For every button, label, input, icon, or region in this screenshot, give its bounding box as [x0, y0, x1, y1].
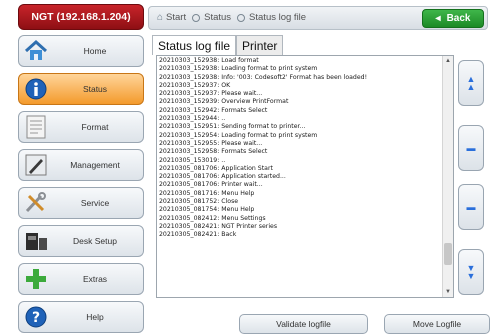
scroll-thumb[interactable]	[444, 242, 452, 265]
scroll-down-arrow-icon[interactable]: ▼	[443, 287, 453, 297]
nav-status-button[interactable]: Status	[18, 73, 144, 105]
device-title: NGT (192.168.1.204)	[18, 4, 144, 30]
scroll-up-arrow-icon[interactable]: ▲	[443, 56, 453, 66]
breadcrumb-status-log-file: Status log file	[249, 12, 307, 23]
tab-status-log-file[interactable]: Status log file	[152, 35, 237, 55]
plus-icon	[19, 264, 53, 294]
log-line: 20210305_081706: Application started...	[159, 173, 286, 181]
back-arrow-icon: ◂	[435, 13, 441, 24]
scroll-to-top-button[interactable]: ▲ ▲	[458, 60, 484, 106]
log-line: 20210303_152958: Formats Select	[159, 148, 268, 156]
help-icon: ?	[19, 302, 53, 332]
double-chevron-up-icon: ▲ ▲	[466, 74, 476, 92]
nav-format-label: Format	[81, 122, 109, 132]
move-logfile-label: Move Logfile	[412, 319, 462, 329]
log-line: 20210303_152937: Please wait...	[159, 90, 263, 98]
minus-up-icon: ▬	[466, 143, 476, 153]
log-lines: 20210303_152938: Load format 20210303_152…	[159, 57, 441, 240]
nav-home-label: Home	[83, 46, 107, 56]
log-line: 20210303_152951: Sending format to print…	[159, 123, 306, 131]
log-line: 20210303_152938: Load format	[159, 57, 259, 64]
log-line: 20210305_082421: NGT Printer series	[159, 222, 278, 230]
breadcrumb-start[interactable]: Start	[166, 12, 186, 23]
log-line: 20210303_152937: OK	[159, 81, 231, 89]
breadcrumb: ⌂ Start Status Status log file	[157, 12, 306, 23]
breadcrumb-separator-icon	[192, 13, 201, 22]
log-text-area[interactable]: 20210303_152938: Load format 20210303_152…	[156, 55, 454, 298]
nav-service-button[interactable]: Service	[18, 187, 144, 219]
log-line: 20210305_081716: Menu Help	[159, 189, 255, 197]
log-scrollbar[interactable]: ▲ ▼	[442, 56, 453, 297]
log-line: 20210305_081754: Menu Help	[159, 206, 255, 214]
svg-text:?: ?	[32, 310, 40, 326]
breadcrumb-home-icon: ⌂	[157, 12, 164, 23]
sidebar: NGT (192.168.1.204) Home Status Format M…	[18, 4, 144, 335]
nav-help-button[interactable]: ? Help	[18, 301, 144, 333]
tab-printer[interactable]: Printer	[236, 35, 284, 55]
validate-logfile-button[interactable]: Validate logfile	[239, 314, 368, 334]
minus-down-icon: ▬	[466, 202, 476, 212]
log-line: 20210305_081752: Close	[159, 198, 239, 206]
log-line: 20210303_152938: Info: '003: Codesoft2' …	[159, 73, 368, 81]
nav-status-label: Status	[82, 84, 108, 94]
tools-icon	[19, 188, 53, 218]
log-line: 20210305_082421: Back	[159, 231, 237, 239]
home-icon	[19, 36, 53, 66]
nav-desk-setup-label: Desk Setup	[73, 236, 117, 246]
double-chevron-down-icon: ▼ ▼	[466, 263, 476, 281]
pen-icon	[19, 150, 53, 180]
scroll-up-button[interactable]: ▬	[458, 125, 484, 171]
nav-extras-label: Extras	[82, 274, 108, 284]
nav-service-label: Service	[80, 198, 110, 208]
info-icon	[19, 74, 53, 104]
document-icon	[19, 112, 53, 142]
nav-desk-setup-button[interactable]: Desk Setup	[18, 225, 144, 257]
nav-extras-button[interactable]: Extras	[18, 263, 144, 295]
nav-help-label: Help	[86, 312, 104, 322]
log-line: 20210303_152939: Overview PrintFormat	[159, 98, 289, 106]
back-button[interactable]: ◂ Back	[422, 9, 484, 28]
nav-format-button[interactable]: Format	[18, 111, 144, 143]
validate-logfile-label: Validate logfile	[276, 319, 331, 329]
log-line: 20210303_152942: Formats Select	[159, 106, 268, 114]
log-line: 20210305_082412: Menu Settings	[159, 214, 266, 222]
desk-icon	[19, 226, 53, 256]
back-button-label: Back	[446, 13, 471, 24]
scroll-to-bottom-button[interactable]: ▼ ▼	[458, 249, 484, 295]
log-line: 20210303_152944: ..	[159, 115, 226, 123]
nav-management-label: Management	[70, 160, 120, 170]
log-line: 20210303_152955: Please wait...	[159, 139, 263, 147]
tab-strip: Status log file Printer	[152, 35, 284, 55]
move-logfile-button[interactable]: Move Logfile	[384, 314, 490, 334]
log-line: 20210305_153019: ..	[159, 156, 226, 164]
scroll-down-button[interactable]: ▬	[458, 184, 484, 230]
nav-management-button[interactable]: Management	[18, 149, 144, 181]
log-line: 20210303_152954: Loading format to print…	[159, 131, 318, 139]
log-line: 20210305_081706: Printer wait...	[159, 181, 263, 189]
nav-home-button[interactable]: Home	[18, 35, 144, 67]
log-line: 20210305_081706: Application Start	[159, 164, 273, 172]
top-bar: ⌂ Start Status Status log file ◂ Back	[148, 6, 488, 30]
breadcrumb-status[interactable]: Status	[204, 12, 231, 23]
breadcrumb-separator-icon	[237, 13, 246, 22]
log-line: 20210303_152938: Loading format to print…	[159, 65, 318, 73]
